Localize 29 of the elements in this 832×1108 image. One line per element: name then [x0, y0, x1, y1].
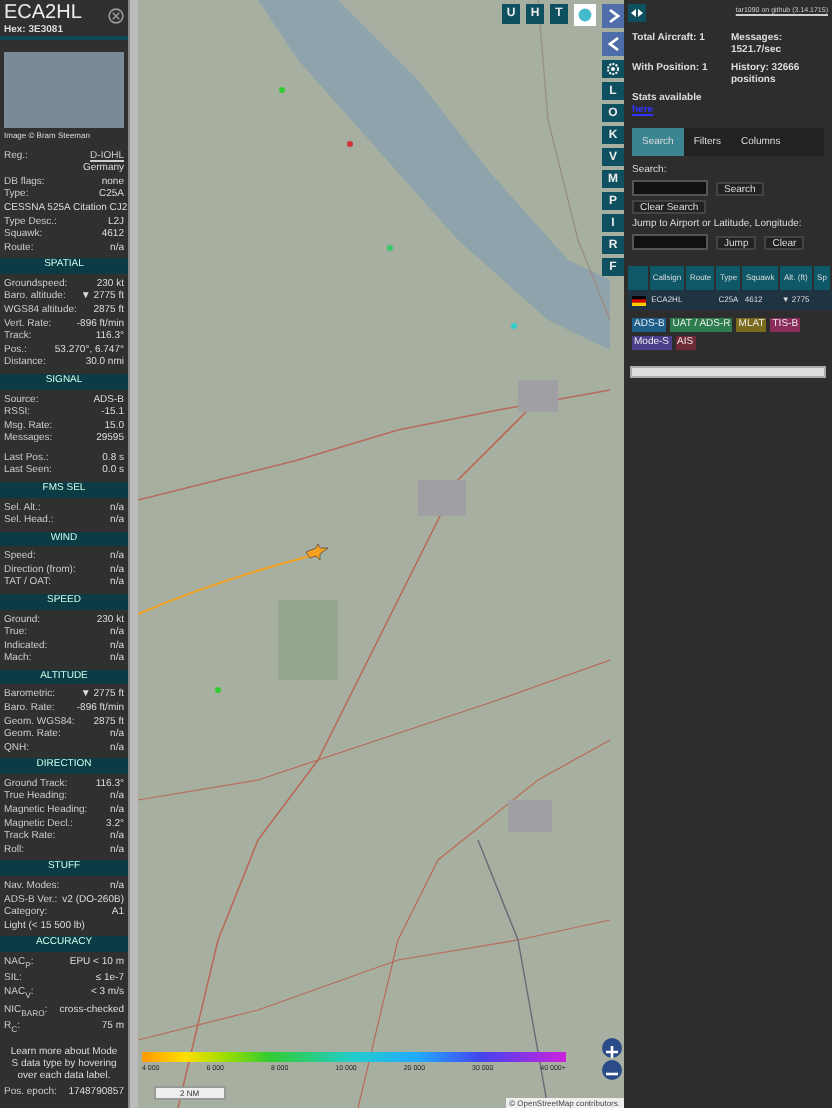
expand-button[interactable]: [602, 4, 624, 28]
settings-icon: [606, 62, 620, 76]
plus-icon: [602, 1042, 622, 1062]
flag-icon: [631, 295, 645, 305]
chevron-right-icon: [607, 8, 619, 24]
callsign-title: ECA2HL: [4, 2, 82, 24]
zoom-out-button[interactable]: [602, 1060, 622, 1080]
circle-icon: [578, 8, 592, 22]
town-area: [508, 800, 552, 832]
collapse-button[interactable]: [628, 4, 646, 22]
town-area: [518, 380, 558, 412]
map-marker-icon[interactable]: [387, 245, 393, 251]
range-rings-button[interactable]: [574, 4, 596, 26]
town-area: [418, 480, 466, 516]
horizontal-scrollbar[interactable]: [630, 366, 826, 378]
jump-field[interactable]: [632, 234, 708, 250]
map-marker-icon[interactable]: [347, 141, 353, 147]
zoom-in-button[interactable]: [602, 1038, 622, 1058]
collapse-button[interactable]: [602, 32, 624, 56]
map-marker-icon[interactable]: [215, 687, 221, 693]
close-icon[interactable]: [108, 8, 124, 24]
chevron-left-icon: [607, 36, 619, 52]
map-marker-icon[interactable]: [279, 87, 285, 93]
search-field[interactable]: [632, 180, 708, 196]
map-marker-icon[interactable]: [511, 323, 517, 329]
aircraft-icon[interactable]: [305, 543, 329, 561]
photo-placeholder: [4, 52, 124, 128]
settings-button[interactable]: [602, 60, 624, 78]
arrows-icon: [630, 8, 644, 18]
